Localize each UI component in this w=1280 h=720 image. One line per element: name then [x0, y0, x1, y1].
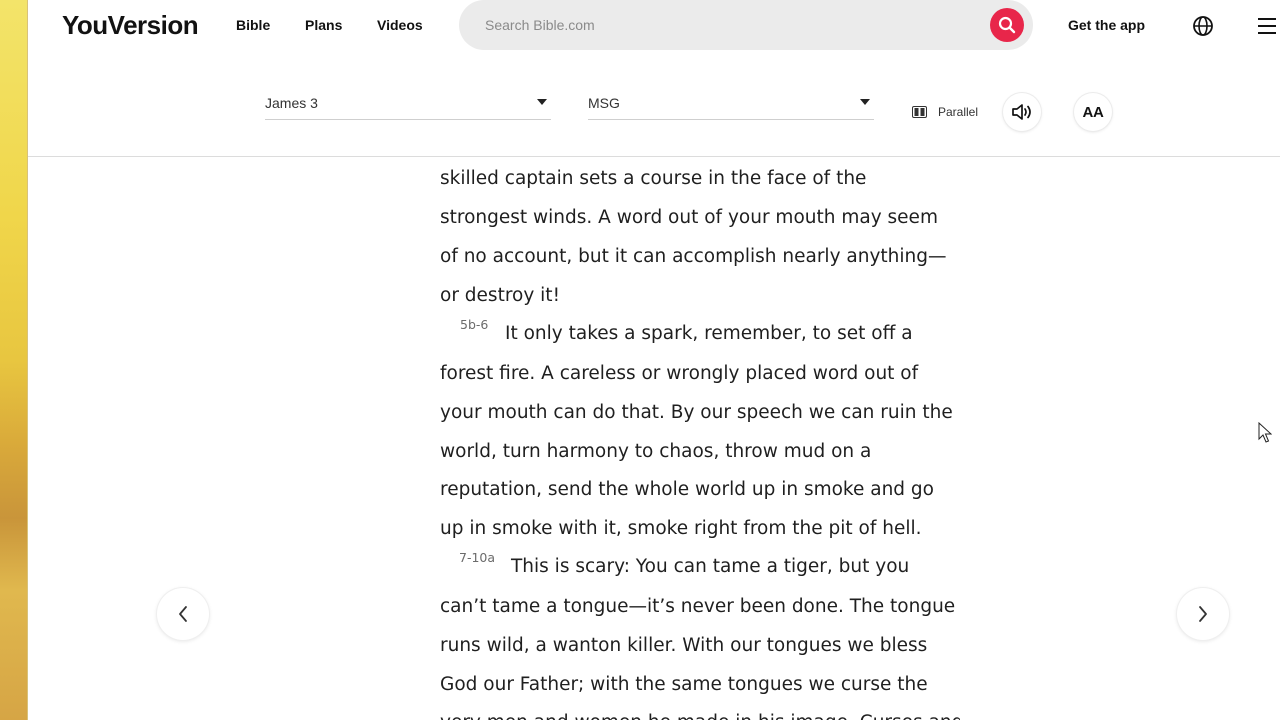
passage-line: skilled captain sets a course in the fac…	[440, 168, 867, 189]
get-the-app-link[interactable]: Get the app	[1068, 17, 1145, 33]
nav-link-videos[interactable]: Videos	[377, 17, 423, 33]
search-bar	[459, 0, 1033, 50]
font-settings-label: AA	[1082, 103, 1104, 121]
hamburger-menu-icon[interactable]	[1258, 16, 1276, 36]
chevron-down-icon	[860, 99, 870, 105]
passage-line: strongest winds. A word out of your mout…	[440, 207, 938, 228]
passage-line: God our Father; with the same tongues we…	[440, 674, 928, 695]
mouse-cursor-icon	[1258, 422, 1272, 443]
chevron-down-icon	[537, 99, 547, 105]
passage-line: or destroy it!	[440, 285, 560, 306]
book-chapter-value: James 3	[265, 95, 318, 111]
passage-line: up in smoke with it, smoke right from th…	[440, 518, 922, 539]
verse-number: 7-10a	[459, 550, 496, 565]
parallel-label: Parallel	[938, 105, 979, 119]
next-chapter-button[interactable]	[1177, 588, 1229, 640]
passage-line: runs wild, a wanton killer. With our ton…	[440, 635, 928, 656]
passage-line: can’t tame a tongue—it’s never been done…	[440, 596, 956, 617]
reader-toolbar: James 3 MSG Parallel AA	[28, 52, 1280, 157]
chevron-right-icon	[1199, 606, 1207, 622]
search-input[interactable]	[485, 0, 975, 50]
passage-line: of no account, but it can accomplish nea…	[440, 246, 947, 267]
parallel-toggle[interactable]: Parallel	[912, 104, 978, 120]
background-image-edge	[0, 0, 28, 720]
youversion-logo[interactable]: YouVersion	[62, 10, 199, 41]
passage-text: skilled captain sets a course in the fac…	[440, 158, 960, 720]
passage-line: world, turn harmony to chaos, throw mud …	[440, 441, 872, 462]
version-value: MSG	[588, 95, 620, 111]
verse-number: 5b-6	[460, 317, 489, 332]
passage-line: It only takes a spark, remember, to set …	[505, 323, 913, 344]
nav-link-bible[interactable]: Bible	[236, 17, 270, 33]
search-button[interactable]	[990, 8, 1024, 42]
version-select[interactable]: MSG	[588, 88, 874, 120]
top-navigation: YouVersion Bible Plans Videos Get the ap…	[28, 0, 1280, 52]
globe-icon[interactable]	[1192, 15, 1214, 37]
passage-line: forest fire. A careless or wrongly place…	[440, 363, 919, 384]
previous-chapter-button[interactable]	[157, 588, 209, 640]
font-settings-button[interactable]: AA	[1074, 93, 1112, 131]
passage-line: very men and women he made in his image.…	[440, 712, 960, 720]
passage-line: your mouth can do that. By our speech we…	[440, 402, 953, 423]
speaker-icon	[1012, 104, 1031, 120]
audio-button[interactable]	[1003, 93, 1041, 131]
search-icon	[998, 16, 1016, 34]
chevron-left-icon	[179, 606, 187, 622]
passage-line: reputation, send the whole world up in s…	[440, 479, 934, 500]
book-chapter-select[interactable]: James 3	[265, 88, 551, 120]
nav-link-plans[interactable]: Plans	[305, 17, 342, 33]
passage-line: This is scary: You can tame a tiger, but…	[511, 556, 910, 577]
parallel-icon	[912, 106, 927, 118]
